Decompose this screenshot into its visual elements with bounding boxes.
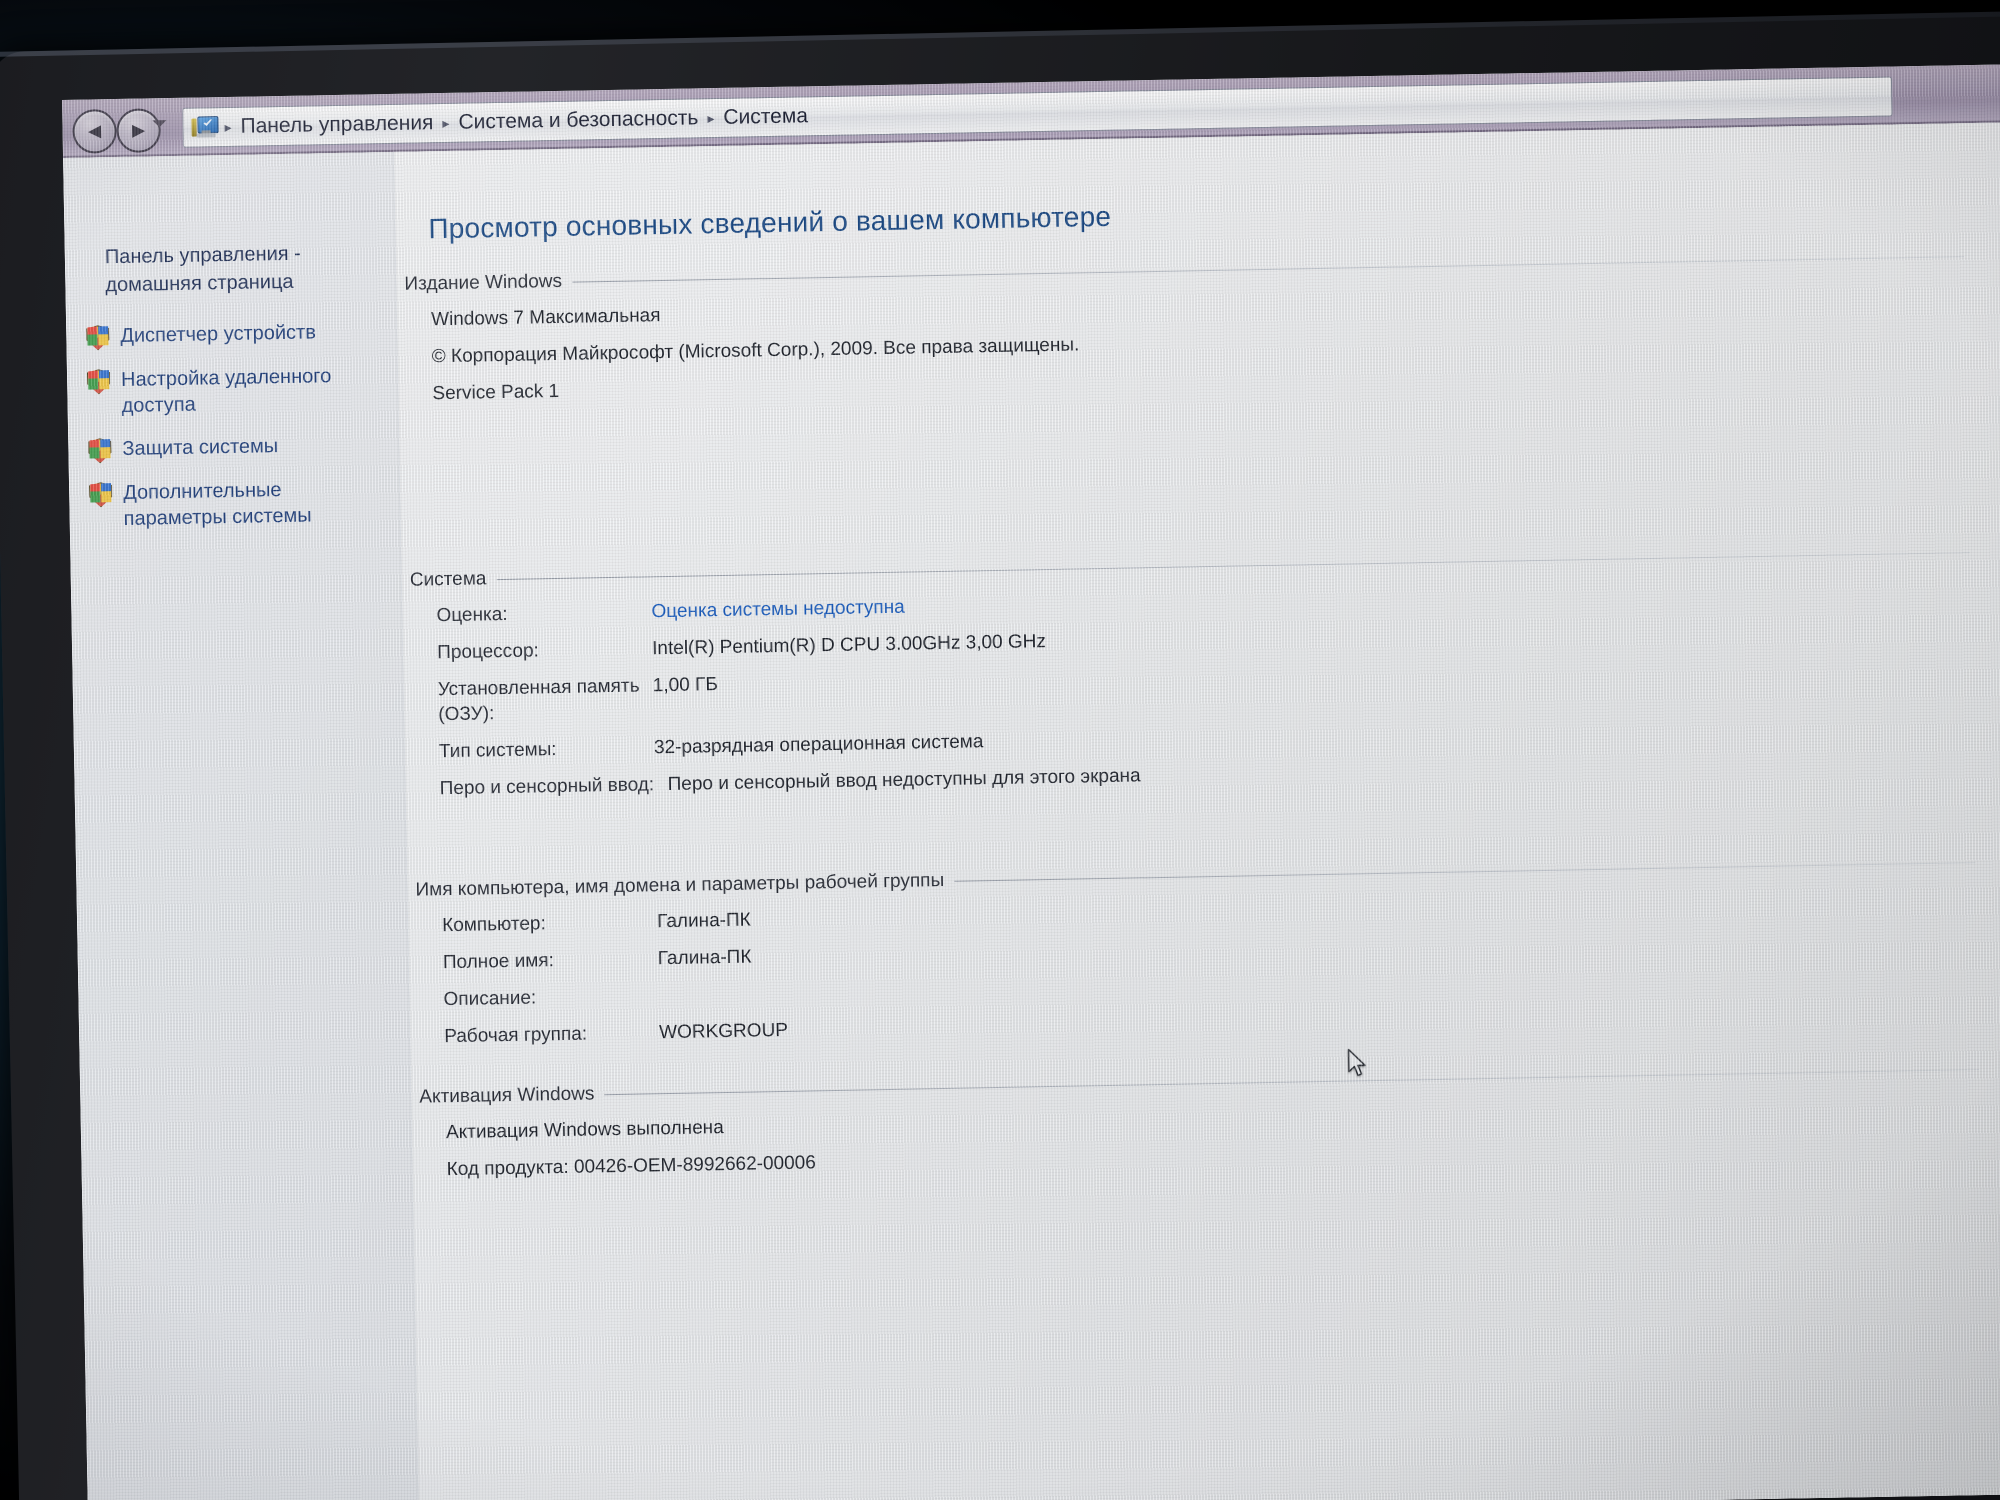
sidebar-item-label: Настройка удаленного доступа <box>120 365 332 417</box>
row-label: Описание: <box>443 987 537 1011</box>
breadcrumb-separator-0: ▸ <box>224 118 232 136</box>
section-windows-edition: Издание Windows Windows 7 Максимальная ©… <box>404 245 1966 407</box>
row-label: Установленная память (ОЗУ): <box>437 675 640 726</box>
section-rule <box>954 861 1976 882</box>
section-rule <box>604 1068 1980 1095</box>
page-title: Просмотр основных сведений о вашем компь… <box>428 200 1112 245</box>
system-control-panel-window: ◀ ▶ ▸ Панель управления ▸ Система и безо… <box>62 63 2000 1500</box>
forward-arrow-icon: ▶ <box>131 120 146 141</box>
product-id-value: 00426-OEM-8992662-00006 <box>573 1152 817 1178</box>
section-title: Активация Windows <box>419 1083 595 1108</box>
nav-buttons: ◀ ▶ <box>72 104 165 154</box>
screen-area: ◀ ▶ ▸ Панель управления ▸ Система и безо… <box>62 63 2000 1500</box>
section-rule <box>572 255 1965 283</box>
mouse-pointer-icon <box>1347 1048 1371 1080</box>
breadcrumb-item-system-and-security[interactable]: Система и безопасность <box>452 106 704 135</box>
shield-icon <box>89 482 112 507</box>
row-label: Рабочая группа: <box>444 1023 588 1048</box>
row-value: Перо и сенсорный ввод недоступны для это… <box>667 765 1141 796</box>
sidebar-item-remote-settings[interactable]: Настройка удаленного доступа <box>85 362 386 419</box>
row-value: WORKGROUP <box>658 1019 789 1044</box>
breadcrumb-separator-2: ▸ <box>707 110 715 127</box>
sidebar-task-list: Диспетчер устройств Настройка удаленного… <box>84 318 388 549</box>
sidebar-item-label: Дополнительные параметры системы <box>123 479 312 530</box>
row-value: Intel(R) Pentium(R) D CPU 3.00GHz 3,00 G… <box>651 631 1047 660</box>
row-value: Галина-ПК <box>656 909 751 933</box>
window-body: Панель управления - домашняя страница Ди… <box>63 121 2000 1500</box>
row-label: Перо и сенсорный ввод: <box>439 774 655 800</box>
sidebar-item-device-manager[interactable]: Диспетчер устройств <box>84 318 384 350</box>
breadcrumb-item-control-panel[interactable]: Панель управления <box>234 111 439 139</box>
row-value: 32-разрядная операционная система <box>653 731 984 759</box>
row-label: Полное имя: <box>442 950 555 974</box>
monitor-photo: ◀ ▶ ▸ Панель управления ▸ Система и безо… <box>0 0 2000 1500</box>
shield-icon <box>87 369 110 394</box>
back-button[interactable]: ◀ <box>72 109 117 154</box>
main-content: Просмотр основных сведений о вашем компь… <box>394 121 2000 1500</box>
shield-icon <box>88 438 111 463</box>
sidebar-item-label: Диспетчер устройств <box>120 321 317 347</box>
row-label: Оценка: <box>436 603 508 627</box>
breadcrumb-item-system[interactable]: Система <box>717 104 814 130</box>
breadcrumb-separator-1: ▸ <box>442 114 450 132</box>
back-arrow-icon: ◀ <box>87 121 102 142</box>
row-label: Процессор: <box>436 640 540 664</box>
system-rating-link[interactable]: Оценка системы недоступна <box>651 595 905 625</box>
sidebar: Панель управления - домашняя страница Ди… <box>63 151 420 1500</box>
row-value: 1,00 ГБ <box>652 674 719 697</box>
row-label: Тип системы: <box>438 739 557 763</box>
control-panel-icon <box>191 115 219 139</box>
row-label: Компьютер: <box>442 913 546 937</box>
sidebar-item-system-protection[interactable]: Защита системы <box>86 431 386 463</box>
section-title: Имя компьютера, имя домена и параметры р… <box>415 869 945 901</box>
recent-pages-chevron-down-icon[interactable] <box>152 120 167 128</box>
forward-button[interactable]: ▶ <box>116 108 161 154</box>
sidebar-item-advanced-system-settings[interactable]: Дополнительные параметры системы <box>87 475 388 532</box>
section-rule <box>496 551 1970 580</box>
product-id-label: Код продукта: <box>446 1156 569 1181</box>
sidebar-item-label: Защита системы <box>122 435 279 460</box>
section-title: Издание Windows <box>404 270 563 295</box>
row-value: Галина-ПК <box>657 946 752 970</box>
section-windows-activation: Активация Windows Активация Windows выпо… <box>419 1058 1980 1183</box>
section-system: Система Оценка: Оценка системы недоступн… <box>410 541 1974 802</box>
sidebar-item-control-panel-home[interactable]: Панель управления - домашняя страница <box>105 239 354 300</box>
shield-icon <box>86 325 109 350</box>
section-computer-name: Имя компьютера, имя домена и параметры р… <box>415 851 1978 1050</box>
section-title: Система <box>409 568 487 591</box>
